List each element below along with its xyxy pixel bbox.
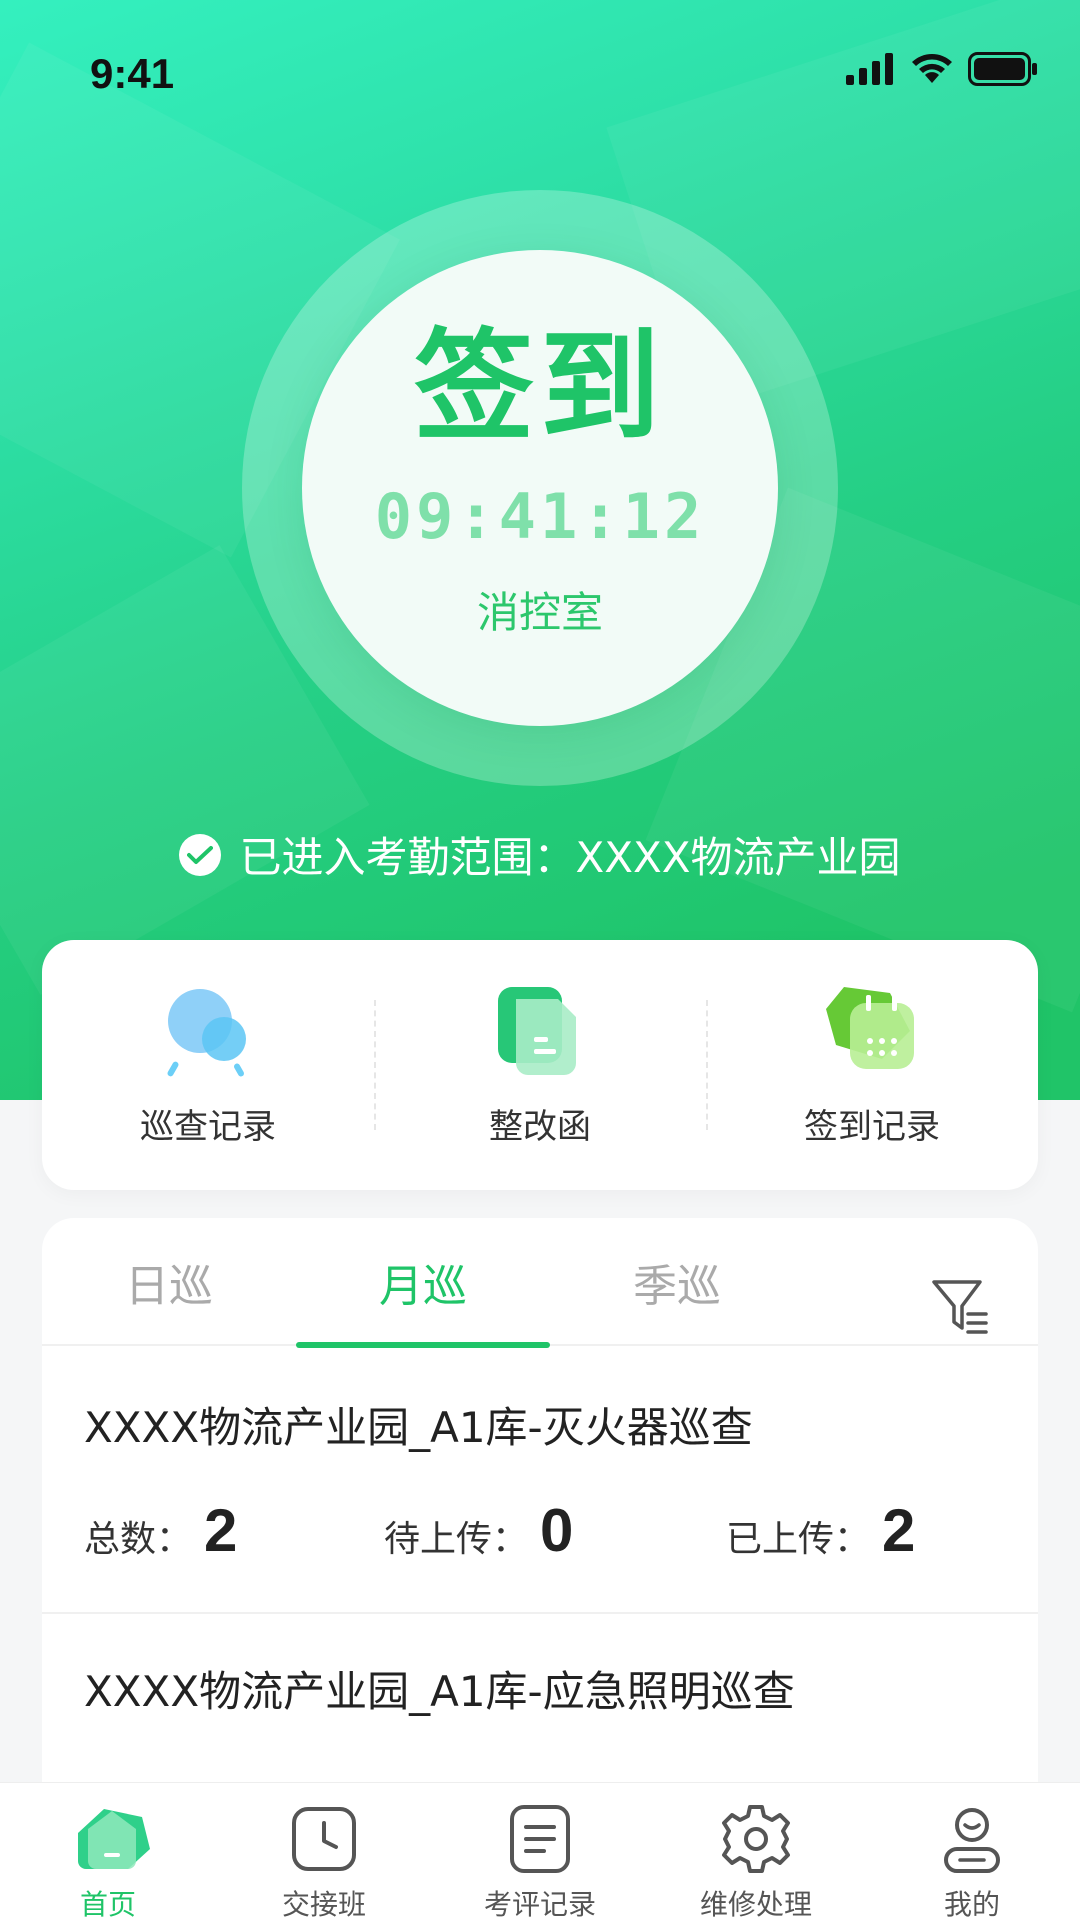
quick-action-signin-records[interactable]: 签到记录 — [706, 940, 1038, 1190]
quick-action-patrol-records[interactable]: 巡查记录 — [42, 940, 374, 1190]
tab-daily[interactable]: 日巡 — [42, 1218, 296, 1346]
quick-actions-card: 巡查记录 整改函 签到记录 — [42, 940, 1038, 1190]
wifi-icon — [912, 54, 952, 83]
tabbar-item-home[interactable]: 首页 — [0, 1783, 216, 1920]
attendance-range-text: 已进入考勤范围：XXXX物流产业园 — [239, 833, 901, 882]
magnifier-icon — [160, 983, 256, 1079]
tab-monthly[interactable]: 月巡 — [296, 1218, 550, 1348]
task-title: XXXX物流产业园_A1库-应急照明巡查 — [84, 1667, 795, 1716]
signal-icon — [846, 53, 893, 85]
patrol-tabs: 日巡 月巡 季巡 — [42, 1218, 1038, 1348]
stat-uploaded-label: 已上传： — [726, 1519, 871, 1560]
home-icon — [72, 1803, 150, 1875]
stat-total-label: 总数： — [84, 1519, 193, 1560]
quick-action-rectification[interactable]: 整改函 — [374, 940, 706, 1190]
tabbar-label: 交接班 — [281, 1888, 366, 1920]
stat-total-value: 2 — [204, 1497, 238, 1564]
tabbar-label: 维修处理 — [699, 1888, 812, 1920]
status-time: 9:41 — [90, 50, 175, 97]
person-icon — [936, 1803, 1008, 1875]
task-title: XXXX物流产业园_A1库-灭火器巡查 — [84, 1403, 753, 1452]
stat-pending-label: 待上传： — [384, 1519, 529, 1560]
tab-quarterly[interactable]: 季巡 — [550, 1218, 804, 1346]
status-bar: 9:41 — [0, 0, 1080, 140]
battery-icon — [968, 52, 1037, 86]
tabbar-item-maintenance[interactable]: 维修处理 — [648, 1783, 864, 1920]
task-stats: 总数： 2 待上传： 0 已上传： 2 — [84, 1496, 996, 1576]
attendance-range-status: 已进入考勤范围：XXXX物流产业园 — [0, 824, 1080, 885]
task-item[interactable]: XXXX物流产业园_A1库-灭火器巡查 总数： 2 待上传： 0 已上传： 2 — [42, 1346, 1038, 1614]
filter-icon[interactable] — [930, 1278, 990, 1338]
list-icon — [504, 1803, 576, 1875]
quick-action-label: 整改函 — [489, 1106, 591, 1147]
tabbar-label: 我的 — [943, 1888, 1000, 1920]
stat-uploaded-value: 2 — [882, 1497, 916, 1564]
signin-time: 09:41:12 — [374, 480, 706, 553]
calendar-icon — [824, 983, 920, 1079]
patrol-list-card: 日巡 月巡 季巡 XXXX物流产业园_A1库-灭火器巡查 总数： 2 待上传： … — [42, 1218, 1038, 1858]
bottom-tab-bar: 首页 交接班 考评记录 维修处理 我的 — [0, 1782, 1080, 1920]
stat-uploaded: 已上传： 2 — [726, 1496, 915, 1565]
tabbar-label: 首页 — [79, 1888, 136, 1920]
clock-icon — [288, 1803, 360, 1875]
stat-pending-value: 0 — [540, 1497, 574, 1564]
check-circle-icon — [179, 833, 222, 876]
tabbar-item-shift-handover[interactable]: 交接班 — [216, 1783, 432, 1920]
quick-action-label: 巡查记录 — [140, 1106, 276, 1147]
document-icon — [492, 983, 588, 1079]
stat-pending: 待上传： 0 — [384, 1496, 573, 1565]
quick-action-label: 签到记录 — [804, 1106, 940, 1147]
tabbar-item-evaluation-records[interactable]: 考评记录 — [432, 1783, 648, 1920]
signin-button[interactable]: 签到 09:41:12 消控室 — [302, 250, 778, 726]
signin-location: 消控室 — [476, 588, 603, 637]
status-icons — [846, 52, 1038, 86]
signin-title: 签到 — [414, 318, 666, 457]
tabbar-item-profile[interactable]: 我的 — [864, 1783, 1080, 1920]
gear-icon — [720, 1803, 792, 1875]
hero-background: 9:41 签到 09:41:12 消控室 已进入考勤范围：XXXX物流产业园 — [0, 0, 1080, 1100]
tabbar-label: 考评记录 — [483, 1888, 596, 1920]
stat-total: 总数： 2 — [84, 1496, 237, 1565]
